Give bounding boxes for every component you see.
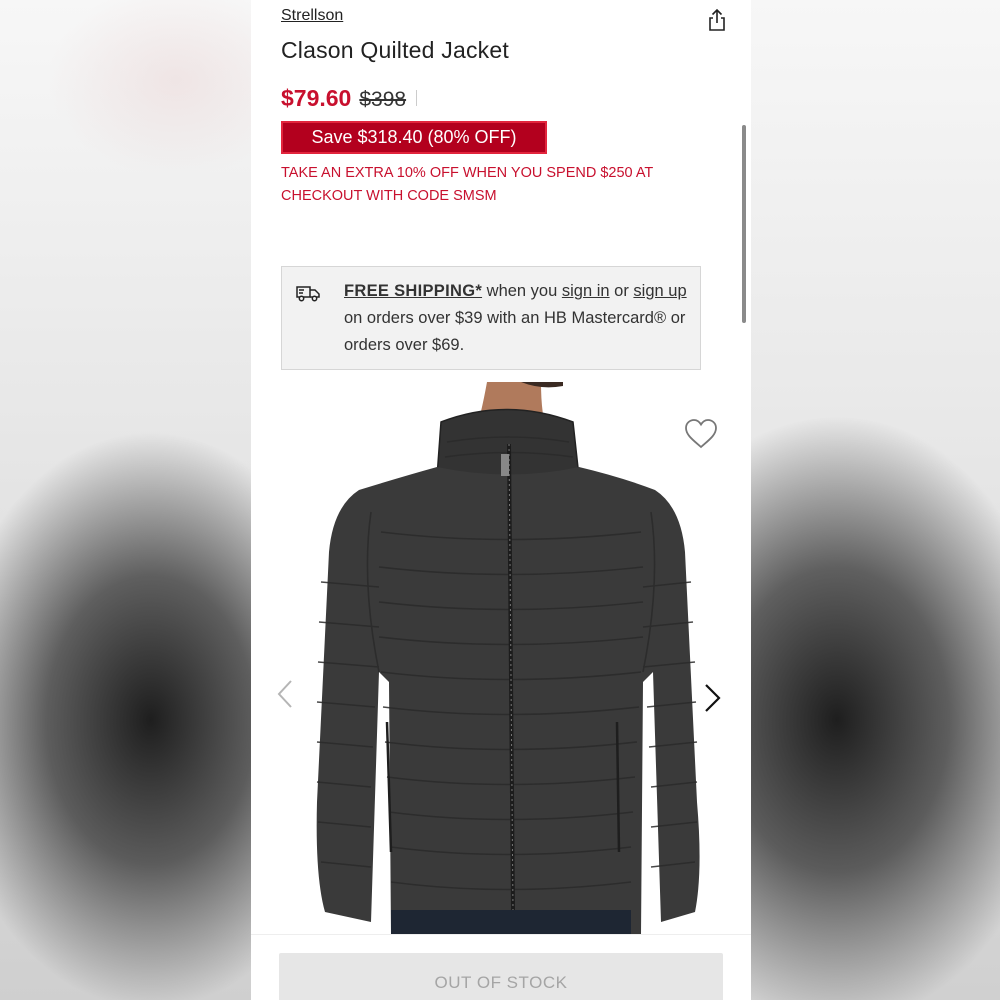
chevron-right-icon[interactable] — [702, 682, 724, 714]
shipping-text-2: or — [609, 282, 634, 300]
truck-icon — [295, 283, 321, 303]
price-divider — [416, 90, 418, 106]
free-shipping-link[interactable]: FREE SHIPPING* — [344, 282, 482, 300]
sale-price: $79.60 — [281, 85, 352, 111]
shipping-text: FREE SHIPPING* when you sign in or sign … — [344, 278, 694, 359]
shipping-text-1: when you — [482, 282, 562, 300]
shipping-info-box: FREE SHIPPING* when you sign in or sign … — [281, 266, 701, 370]
bottom-action-bar: OUT OF STOCK — [251, 934, 751, 1000]
share-icon[interactable] — [707, 8, 727, 32]
brand-link[interactable]: Strellson — [281, 7, 343, 25]
product-title: Clason Quilted Jacket — [281, 37, 509, 63]
out-of-stock-button[interactable]: OUT OF STOCK — [279, 953, 723, 1000]
shipping-text-3: on orders over $39 with an HB Mastercard… — [344, 309, 686, 354]
original-price: $398 — [359, 88, 407, 111]
product-page: Strellson Clason Quilted Jacket $79.60 $… — [251, 0, 751, 1000]
scrollbar[interactable] — [742, 125, 746, 323]
sign-in-link[interactable]: sign in — [562, 282, 610, 300]
chevron-left-icon[interactable] — [275, 678, 295, 710]
savings-badge: Save $318.40 (80% OFF) — [281, 121, 547, 154]
wishlist-heart-icon[interactable] — [683, 418, 719, 450]
price-row: $79.60 $398 — [281, 85, 418, 112]
product-image[interactable] — [251, 382, 751, 935]
sign-up-link[interactable]: sign up — [633, 282, 686, 300]
promo-message: TAKE AN EXTRA 10% OFF WHEN YOU SPEND $25… — [281, 165, 654, 204]
background-blur-right — [749, 0, 1000, 1000]
background-blur-left — [0, 0, 251, 1000]
